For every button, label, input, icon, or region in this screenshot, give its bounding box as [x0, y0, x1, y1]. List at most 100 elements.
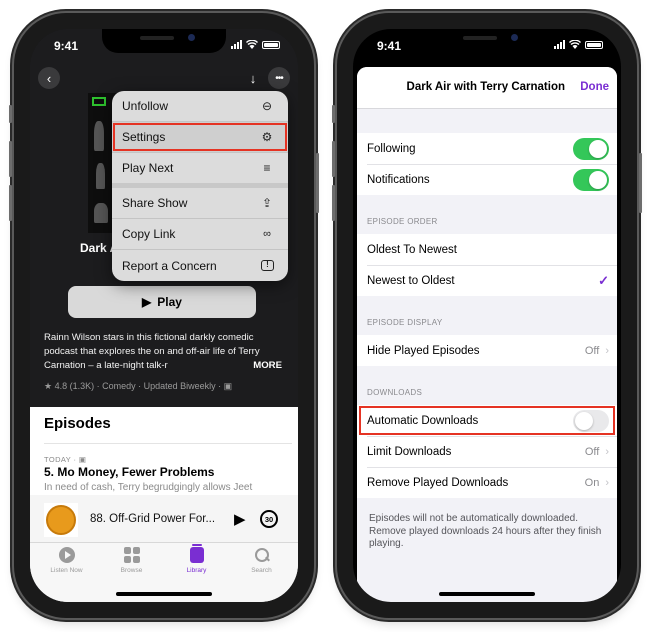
episode-description: In need of cash, Terry begrudgingly allo… — [44, 482, 253, 493]
home-indicator — [116, 592, 212, 596]
mute-switch — [9, 105, 12, 123]
option-oldest-to-newest[interactable]: Oldest To Newest — [357, 234, 617, 265]
row-label: Newest to Oldest — [367, 274, 455, 287]
menu-item-copy-link[interactable]: Copy Link ∞ — [112, 219, 288, 250]
show-description: Rainn Wilson stars in this fictional dar… — [44, 331, 282, 373]
row-value: Off — [584, 445, 600, 458]
notifications-row: Notifications — [357, 164, 617, 195]
tab-label: Search — [251, 567, 272, 574]
download-arrow-icon: ↓ — [249, 70, 257, 86]
notifications-toggle[interactable] — [573, 168, 609, 191]
back-button[interactable]: ‹ — [38, 67, 60, 89]
row-label: Hide Played Episodes — [367, 344, 480, 357]
library-icon — [189, 544, 204, 563]
battery-icon — [585, 41, 603, 49]
done-button[interactable]: Done — [580, 81, 609, 93]
remove-played-downloads-row[interactable]: Remove Played Downloads On › — [357, 467, 617, 498]
volume-down-button — [9, 185, 12, 221]
row-label: Automatic Downloads — [367, 414, 479, 427]
tab-listen-now[interactable]: Listen Now — [34, 543, 99, 602]
tab-label: Library — [186, 567, 207, 574]
row-label: Oldest To Newest — [367, 243, 457, 256]
artwork-logo — [92, 97, 106, 106]
menu-item-label: Unfollow — [122, 99, 169, 113]
episode-order-group: Oldest To Newest Newest to Oldest ✓ — [357, 234, 617, 296]
episode-date: TODAY · ▣ — [44, 455, 87, 464]
status-time: 9:41 — [377, 39, 402, 53]
wifi-icon — [246, 40, 258, 49]
menu-item-settings[interactable]: Settings ⚙ — [112, 122, 288, 153]
menu-item-share-show[interactable]: Share Show ⇪ — [112, 188, 288, 219]
mini-player[interactable]: 88. Off-Grid Power For... ▶ 30 — [30, 495, 298, 543]
context-menu: Unfollow ⊖ Settings ⚙ Play Next ≡ Share … — [112, 91, 288, 281]
limit-downloads-row[interactable]: Limit Downloads Off › — [357, 436, 617, 467]
section-label-episode-display: EPISODE DISPLAY — [367, 318, 443, 327]
row-label: Notifications — [367, 173, 430, 186]
tab-label: Listen Now — [50, 567, 83, 574]
automatic-downloads-toggle[interactable] — [573, 409, 609, 432]
tab-label: Browse — [120, 567, 143, 574]
skip-forward-30-icon[interactable]: 30 — [260, 510, 278, 528]
section-label-downloads: DOWNLOADS — [367, 388, 423, 397]
menu-item-report-concern[interactable]: Report a Concern ! — [112, 250, 288, 281]
show-header: ‹ ↓ ••• Dark A Unfollow ⊖ Settings ⚙ Pla… — [30, 29, 298, 407]
menu-item-label: Report a Concern — [122, 258, 217, 273]
download-button[interactable]: ↓ — [242, 67, 264, 89]
play-button[interactable]: ▶ Play — [68, 286, 256, 318]
home-indicator — [439, 592, 535, 596]
sheet-title: Dark Air with Terry Carnation — [406, 81, 565, 93]
podcast-show-screen: 9:41 ‹ ↓ ••• Dark A Unfollow ⊖ Settings … — [30, 29, 298, 602]
play-circle-icon — [58, 547, 75, 563]
episode-title[interactable]: 5. Mo Money, Fewer Problems — [44, 465, 214, 479]
menu-item-unfollow[interactable]: Unfollow ⊖ — [112, 91, 288, 122]
battery-icon — [262, 41, 280, 49]
mute-switch — [332, 105, 335, 123]
downloads-footer-note: Episodes will not be automatically downl… — [369, 513, 602, 549]
minus-circle-icon: ⊖ — [261, 99, 273, 113]
automatic-downloads-row: Automatic Downloads — [357, 405, 617, 436]
mini-player-artwork — [44, 503, 78, 537]
chevron-right-icon: › — [605, 476, 609, 489]
row-value: On — [584, 476, 600, 489]
row-label: Limit Downloads — [367, 445, 452, 458]
link-icon: ∞ — [263, 228, 271, 240]
menu-item-label: Settings — [122, 130, 166, 144]
phone-right: 9:41 Dark Air with Terry Carnation Done … — [332, 13, 642, 618]
more-options-button[interactable]: ••• — [268, 67, 290, 89]
chevron-right-icon: › — [605, 445, 609, 458]
ellipsis-icon: ••• — [275, 72, 283, 84]
more-link[interactable]: MORE — [249, 359, 282, 373]
search-icon — [254, 547, 270, 563]
settings-gear-icon: ⚙ — [261, 130, 273, 144]
follow-settings-group: Following Notifications — [357, 133, 617, 195]
settings-sheet: Dark Air with Terry Carnation Done Follo… — [357, 67, 617, 602]
show-settings-screen: 9:41 Dark Air with Terry Carnation Done … — [353, 29, 621, 602]
divider — [44, 443, 292, 444]
play-icon[interactable]: ▶ — [234, 510, 246, 528]
power-button — [639, 153, 642, 213]
hide-played-episodes-row[interactable]: Hide Played Episodes Off › — [357, 335, 617, 366]
wifi-icon — [569, 40, 581, 49]
episode-display-group: Hide Played Episodes Off › — [357, 335, 617, 366]
volume-down-button — [332, 185, 335, 221]
menu-item-label: Share Show — [122, 196, 188, 210]
notch — [102, 29, 226, 53]
tab-search[interactable]: Search — [229, 543, 294, 602]
option-newest-to-oldest[interactable]: Newest to Oldest ✓ — [357, 265, 617, 296]
chevron-left-icon: ‹ — [46, 70, 52, 86]
volume-up-button — [332, 141, 335, 177]
status-time: 9:41 — [54, 39, 79, 53]
play-icon: ▶ — [142, 295, 152, 309]
following-row: Following — [357, 133, 617, 164]
menu-item-play-next[interactable]: Play Next ≡ — [112, 153, 288, 188]
row-label: Following — [367, 142, 416, 155]
section-label-episode-order: EPISODE ORDER — [367, 217, 438, 226]
mini-player-title[interactable]: 88. Off-Grid Power For... — [90, 513, 215, 525]
checkmark-icon: ✓ — [598, 272, 609, 288]
description-text: Rainn Wilson stars in this fictional dar… — [44, 332, 260, 371]
notch — [425, 29, 549, 53]
play-next-icon: ≡ — [263, 161, 271, 175]
following-toggle[interactable] — [573, 137, 609, 160]
share-icon: ⇪ — [261, 196, 273, 210]
report-bubble-icon: ! — [261, 260, 274, 271]
